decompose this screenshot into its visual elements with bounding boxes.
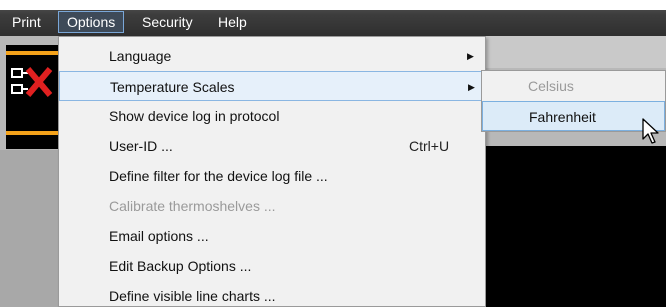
- mouse-pointer-icon: [642, 118, 659, 144]
- menu-item-email-options[interactable]: Email options ...: [59, 221, 485, 251]
- temperature-scales-submenu: Celsius Fahrenheit: [481, 70, 666, 132]
- menu-item-label: Define filter for the device log file ..…: [109, 168, 328, 184]
- menu-print[interactable]: Print: [8, 11, 45, 33]
- menu-item-define-filter[interactable]: Define filter for the device log file ..…: [59, 161, 485, 191]
- menu-item-label: Language: [109, 48, 172, 64]
- window-top-edge: [0, 0, 666, 10]
- submenu-item-fahrenheit[interactable]: Fahrenheit: [482, 101, 665, 131]
- submenu-item-label: Celsius: [528, 78, 574, 94]
- submenu-item-label: Fahrenheit: [529, 109, 596, 125]
- menu-help[interactable]: Help: [214, 11, 251, 33]
- menu-item-edit-backup-options[interactable]: Edit Backup Options ...: [59, 251, 485, 281]
- menu-item-user-id[interactable]: User-ID ... Ctrl+U: [59, 131, 485, 161]
- menu-options[interactable]: Options: [58, 11, 125, 33]
- submenu-arrow-icon: ▶: [468, 82, 475, 92]
- menu-item-label: Email options ...: [109, 228, 209, 244]
- menu-item-shortcut: Ctrl+U: [409, 138, 450, 154]
- menu-item-calibrate-thermoshelves: Calibrate thermoshelves ...: [59, 191, 485, 221]
- menu-item-label: User-ID ...: [109, 138, 173, 154]
- submenu-item-celsius: Celsius: [482, 71, 665, 101]
- tab-strip: [480, 36, 666, 68]
- device-panel[interactable]: [6, 45, 58, 149]
- menu-item-language[interactable]: Language ▶: [59, 41, 485, 71]
- menu-item-label: Define visible line charts ...: [109, 288, 276, 304]
- left-sidebar-background: [0, 150, 58, 307]
- content-display-area: [478, 146, 666, 307]
- menu-item-show-device-log[interactable]: Show device log in protocol: [59, 101, 485, 131]
- menu-item-label: Calibrate thermoshelves ...: [109, 198, 276, 214]
- menu-security[interactable]: Security: [138, 11, 197, 33]
- menu-item-label: Edit Backup Options ...: [109, 258, 252, 274]
- menu-item-label: Temperature Scales: [110, 79, 235, 95]
- options-dropdown-menu: Language ▶ Temperature Scales ▶ Show dev…: [58, 36, 486, 307]
- device-panel-top-stripe: [6, 51, 58, 55]
- menu-item-define-line-charts[interactable]: Define visible line charts ...: [59, 281, 485, 307]
- menubar: Print Options Security Help: [0, 0, 666, 36]
- menu-item-label: Show device log in protocol: [109, 108, 280, 124]
- device-panel-bottom-stripe: [6, 131, 58, 135]
- menu-item-temperature-scales[interactable]: Temperature Scales ▶: [59, 71, 485, 101]
- device-offline-icon: [11, 67, 53, 97]
- submenu-arrow-icon: ▶: [467, 51, 474, 61]
